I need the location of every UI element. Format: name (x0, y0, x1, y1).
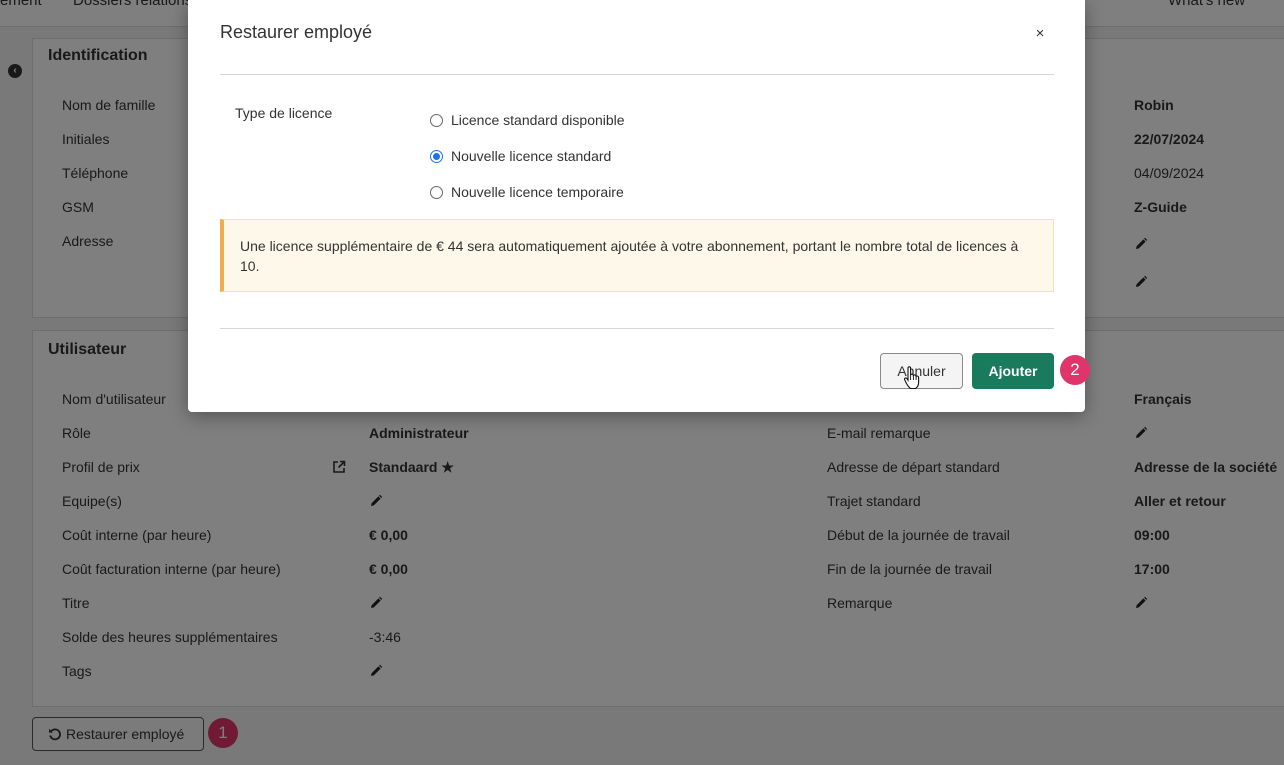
restore-employee-dialog: Restaurer employé × Type de licence Lice… (188, 0, 1085, 412)
license-type-label: Type de licence (235, 105, 333, 121)
radio-label: Nouvelle licence standard (451, 148, 612, 164)
radio-button[interactable] (430, 114, 443, 127)
license-warning-alert: Une licence supplémentaire de € 44 sera … (220, 219, 1054, 292)
radio-label: Licence standard disponible (451, 112, 625, 128)
cancel-button[interactable]: Annuler (880, 353, 963, 389)
divider (220, 328, 1054, 329)
divider (220, 74, 1054, 75)
step-badge-2: 2 (1060, 355, 1090, 385)
radio-label: Nouvelle licence temporaire (451, 184, 624, 200)
radio-button-selected[interactable] (430, 150, 443, 163)
close-icon[interactable]: × (1032, 26, 1048, 42)
hand-cursor-icon (903, 366, 920, 390)
radio-button[interactable] (430, 186, 443, 199)
dialog-title: Restaurer employé (220, 22, 373, 42)
add-button[interactable]: Ajouter (972, 353, 1054, 389)
alert-text: Une licence supplémentaire de € 44 sera … (240, 238, 1019, 274)
